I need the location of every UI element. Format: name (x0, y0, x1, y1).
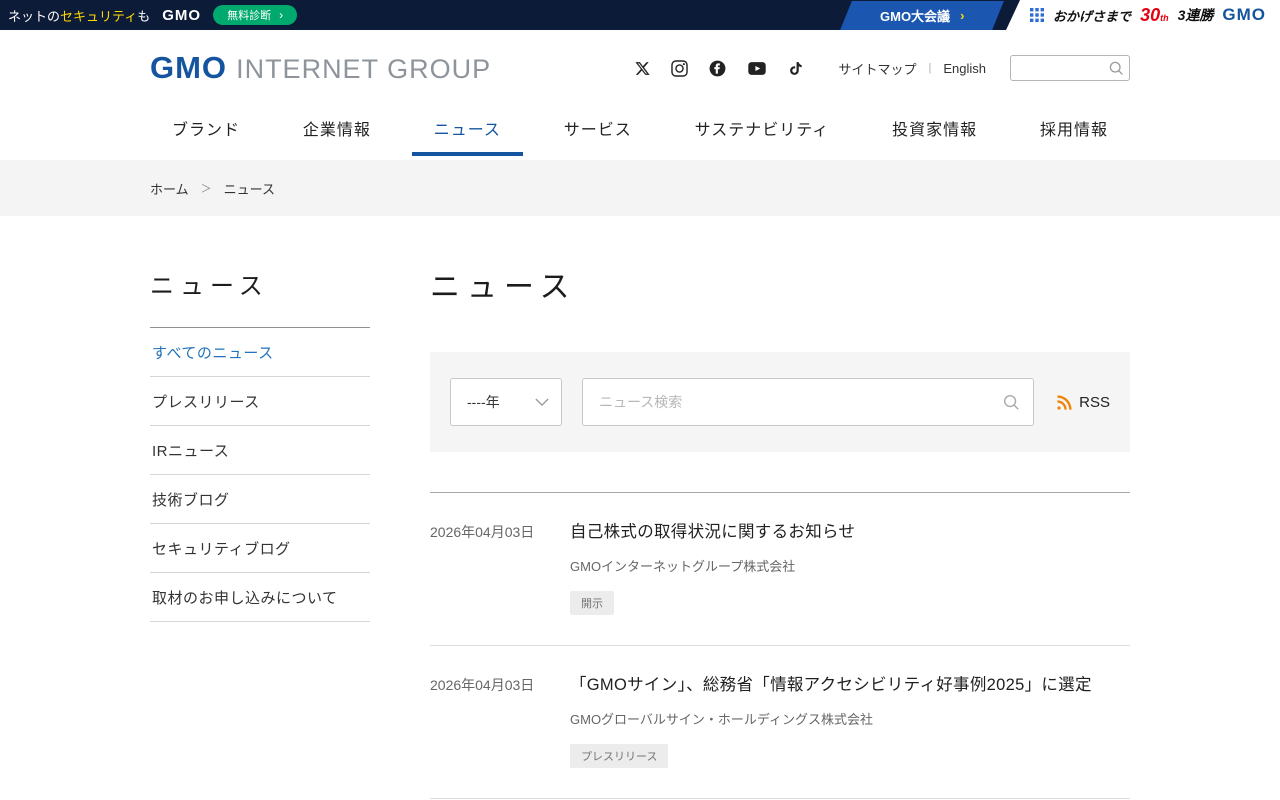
anniversary-text: 3連勝 (1178, 5, 1214, 25)
nav-item-brand[interactable]: ブランド (150, 106, 262, 156)
gmo-conference-link[interactable]: GMO大会議 › (840, 1, 1004, 30)
news-title-link[interactable]: 自己株式の取得状況に関するお知らせ (570, 519, 1130, 546)
breadcrumb-current: ニュース (224, 179, 275, 198)
year-select-value: ----年 (467, 392, 500, 412)
news-sidebar: ニュース すべてのニュース プレスリリース IRニュース 技術ブログ セキュリテ… (150, 262, 370, 800)
logo-gmo-text: GMO (150, 50, 227, 86)
year-select[interactable]: ----年 (450, 378, 562, 426)
nav-item-sustainability[interactable]: サステナビリティ (673, 106, 852, 156)
nav-item-recruit[interactable]: 採用情報 (1018, 106, 1130, 156)
rss-link[interactable]: RSS (1056, 394, 1110, 411)
x-twitter-icon[interactable] (634, 60, 651, 77)
sidebar-item-press-release[interactable]: プレスリリース (150, 377, 370, 426)
security-promo: ネットのセキュリティも GMO 無料診断 › (0, 5, 297, 25)
arrow-right-icon: › (279, 8, 283, 22)
apps-grid-icon[interactable] (1030, 8, 1044, 22)
site-header: GMO INTERNET GROUP サイトマップ | English (150, 30, 1130, 106)
social-links (634, 59, 804, 78)
anniversary-banner: おかげさまで 30th 3連勝 GMO (1006, 0, 1280, 30)
util-divider: | (929, 62, 932, 74)
sidebar-item-all-news[interactable]: すべてのニュース (150, 328, 370, 377)
global-nav: ブランド 企業情報 ニュース サービス サステナビリティ 投資家情報 採用情報 (150, 106, 1130, 156)
search-icon[interactable] (1002, 393, 1020, 416)
nav-item-service[interactable]: サービス (542, 106, 654, 156)
breadcrumb-separator-icon: ＞ (201, 180, 212, 196)
free-diagnosis-button[interactable]: 無料診断 › (213, 5, 297, 25)
news-list-item: 2026年04月03日 自己株式の取得状況に関するお知らせ GMOインターネット… (430, 493, 1130, 646)
breadcrumb-bar: ホーム ＞ ニュース (0, 160, 1280, 216)
instagram-icon[interactable] (670, 59, 689, 78)
page-title: ニュース (430, 262, 1130, 306)
news-search-input[interactable] (582, 378, 1034, 426)
gmo-logo-topbar-right[interactable]: GMO (1222, 5, 1266, 25)
news-company: GMOインターネットグループ株式会社 (570, 556, 1130, 575)
arrow-right-icon: › (960, 8, 964, 23)
rss-icon (1056, 394, 1073, 411)
security-promo-text-highlight: セキュリティ (60, 9, 137, 24)
news-category-tag: プレスリリース (570, 744, 668, 768)
security-promo-text-post: も (137, 9, 150, 24)
anniversary-prefix: おかげさまで (1053, 6, 1131, 25)
news-list: 2026年04月03日 自己株式の取得状況に関するお知らせ GMOインターネット… (430, 492, 1130, 800)
youtube-icon[interactable] (746, 59, 768, 78)
logo-internet-group-text: INTERNET GROUP (236, 54, 491, 85)
sidebar-item-tech-blog[interactable]: 技術ブログ (150, 475, 370, 524)
gmo-conference-label: GMO大会議 (880, 6, 950, 25)
tiktok-icon[interactable] (787, 59, 804, 78)
nav-item-news[interactable]: ニュース (412, 106, 523, 156)
nav-item-corporate[interactable]: 企業情報 (281, 106, 393, 156)
news-list-item: 2026年04月03日 「GMOサイン」、総務省「情報アクセシビリティ好事例20… (430, 646, 1130, 799)
nav-item-ir[interactable]: 投資家情報 (870, 106, 999, 156)
news-date: 2026年04月03日 (430, 519, 570, 615)
news-company: GMOグローバルサイン・ホールディングス株式会社 (570, 709, 1130, 728)
security-promo-text: ネットのセキュリティも (8, 6, 150, 25)
gmo-logo-topbar: GMO (162, 7, 201, 24)
news-title-link[interactable]: 「GMOサイン」、総務省「情報アクセシビリティ好事例2025」に選定 (570, 672, 1130, 699)
sidebar-item-media-inquiry[interactable]: 取材のお申し込みについて (150, 573, 370, 622)
security-promo-text-pre: ネットの (8, 9, 60, 24)
chevron-down-icon (535, 398, 549, 407)
anniversary-30th: 30th (1140, 5, 1169, 26)
rss-label: RSS (1079, 394, 1110, 411)
facebook-icon[interactable] (708, 59, 727, 78)
promo-topbar: ネットのセキュリティも GMO 無料診断 › GMO大会議 › おかげさまで 30t… (0, 0, 1280, 30)
news-date: 2026年04月03日 (430, 672, 570, 768)
news-category-tag: 開示 (570, 591, 614, 615)
sidebar-item-ir-news[interactable]: IRニュース (150, 426, 370, 475)
sidebar-item-security-blog[interactable]: セキュリティブログ (150, 524, 370, 573)
breadcrumb: ホーム ＞ ニュース (150, 160, 1130, 216)
free-diagnosis-label: 無料診断 (227, 7, 271, 23)
sitemap-link[interactable]: サイトマップ (838, 59, 916, 78)
news-main: ニュース ----年 RSS 2026年04月03日 自己株式の取得状況に関する… (430, 262, 1130, 800)
sidebar-title: ニュース (150, 266, 370, 301)
breadcrumb-home-link[interactable]: ホーム (150, 179, 189, 198)
search-icon[interactable] (1108, 60, 1124, 81)
news-filter-box: ----年 RSS (430, 352, 1130, 452)
english-link[interactable]: English (943, 61, 986, 76)
gmo-internet-group-logo[interactable]: GMO INTERNET GROUP (150, 50, 491, 86)
